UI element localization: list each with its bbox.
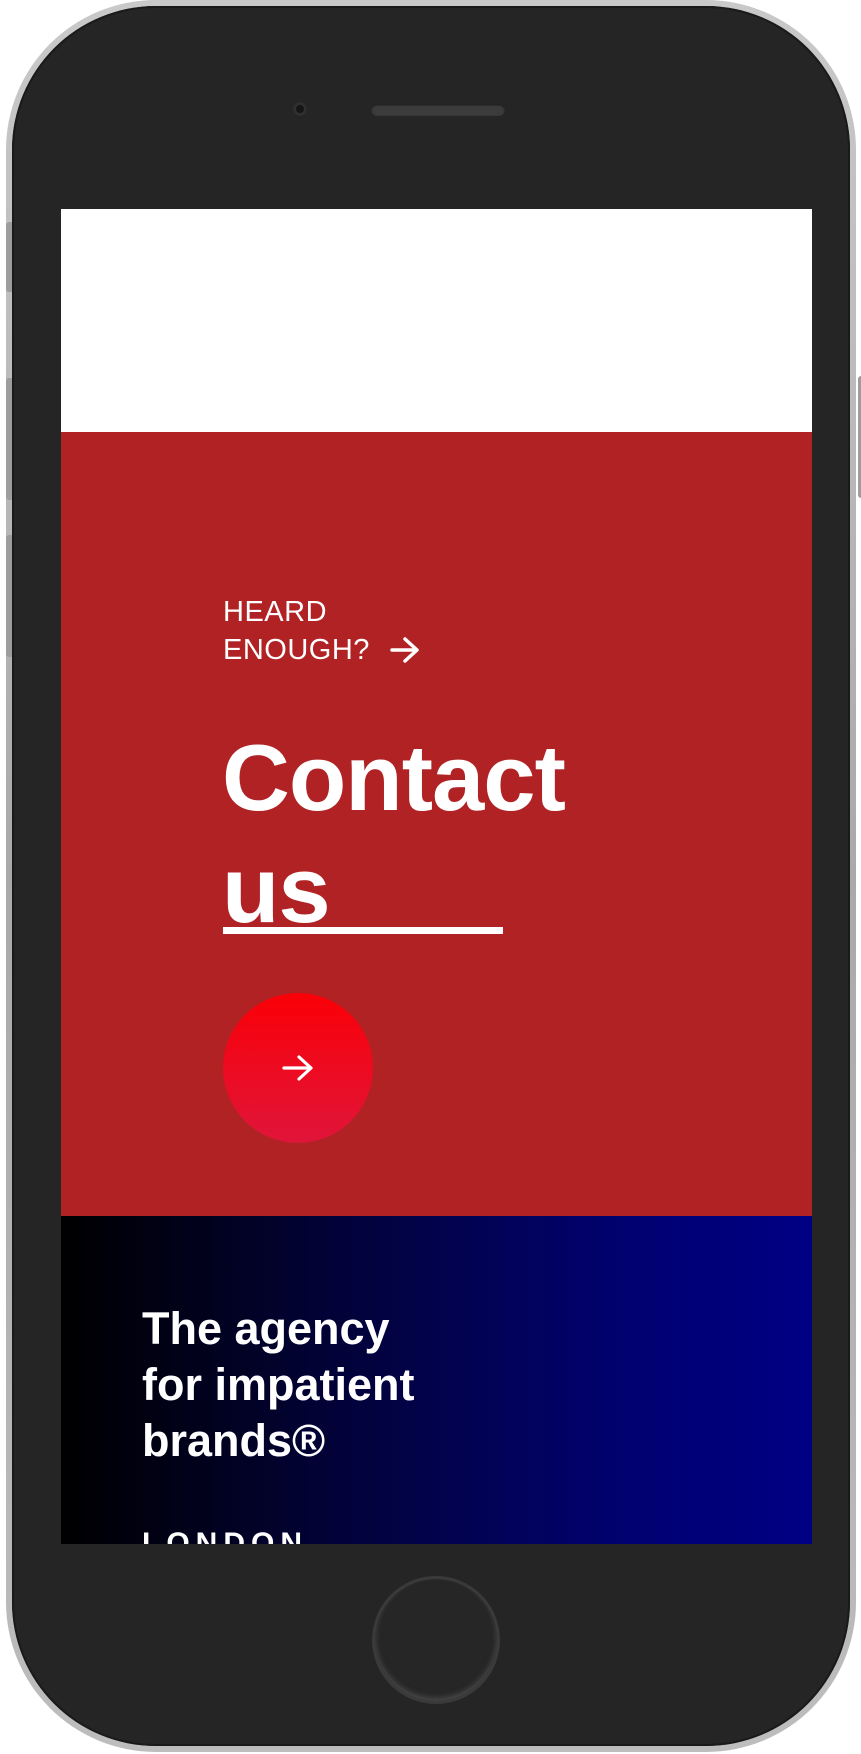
contact-arrow-button[interactable] <box>223 993 373 1143</box>
front-camera <box>293 102 307 116</box>
screen: HEARD ENOUGH? Contact us The agency for … <box>61 209 812 1544</box>
contact-title-line1: Contact <box>222 725 566 830</box>
tagline-line1: The agency <box>142 1303 390 1354</box>
tagline-line3: brands® <box>142 1415 326 1466</box>
heard-enough-line2: ENOUGH? <box>223 634 370 666</box>
top-blank-area <box>61 209 812 432</box>
earpiece-speaker <box>371 104 505 116</box>
heard-enough-link[interactable]: HEARD ENOUGH? <box>223 593 420 669</box>
home-button[interactable] <box>372 1576 500 1704</box>
arrow-right-icon <box>390 637 419 663</box>
tagline-line2: for impatient <box>142 1359 415 1410</box>
arrow-right-icon <box>282 1055 313 1081</box>
contact-us-heading[interactable]: Contact us <box>222 722 566 946</box>
contact-underline <box>223 927 503 934</box>
phone-frame: HEARD ENOUGH? Contact us The agency for … <box>6 0 861 1752</box>
heard-enough-line1: HEARD <box>223 596 328 628</box>
agency-tagline: The agency for impatient brands® <box>142 1301 415 1469</box>
contact-section: HEARD ENOUGH? Contact us <box>61 432 812 1216</box>
footer-section: The agency for impatient brands® LONDON <box>61 1216 812 1544</box>
office-city: LONDON <box>142 1527 308 1544</box>
